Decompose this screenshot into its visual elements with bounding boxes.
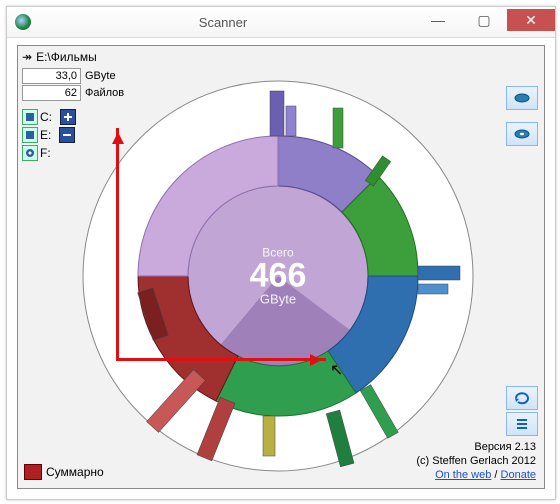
donate-link[interactable]: Donate — [501, 469, 536, 481]
expand-button[interactable] — [60, 109, 76, 125]
web-link[interactable]: On the web — [435, 469, 491, 481]
copyright-label: (c) Steffen Gerlach 2012 — [416, 454, 536, 468]
drive-item-e[interactable]: E: — [22, 126, 76, 144]
disc-out-icon — [513, 92, 531, 104]
mouse-cursor-icon: ↖ — [330, 360, 343, 380]
annotation-arrow-right — [116, 358, 326, 361]
app-window: Scanner — ▢ ✕ ↠ E:\Фильмы 33,0 GByte 62 … — [6, 6, 556, 500]
drive-label: C: — [40, 110, 52, 124]
legend-label: Суммарно — [46, 465, 104, 479]
center-value: 466 — [250, 260, 307, 292]
zoom-in-button[interactable] — [506, 122, 538, 146]
hdd-icon — [22, 109, 38, 125]
window-controls: — ▢ ✕ — [415, 9, 555, 31]
drive-item-f[interactable]: F: — [22, 144, 76, 162]
drive-label: F: — [40, 146, 51, 160]
center-unit: GByte — [250, 292, 307, 307]
refresh-icon — [514, 391, 530, 405]
minimize-button[interactable]: — — [415, 9, 461, 31]
maximize-button[interactable]: ▢ — [461, 9, 507, 31]
legend-swatch — [24, 464, 42, 480]
current-path: E:\Фильмы — [36, 50, 97, 64]
files-value: 62 — [22, 85, 81, 101]
zoom-out-button[interactable] — [506, 86, 538, 110]
app-icon — [15, 14, 31, 30]
rescan-button[interactable] — [506, 386, 538, 410]
legend[interactable]: Суммарно — [24, 464, 104, 480]
collapse-button[interactable] — [59, 127, 75, 143]
cd-icon — [22, 145, 38, 161]
hdd-icon — [22, 127, 38, 143]
gear-icon — [514, 417, 530, 431]
client-area: ↠ E:\Фильмы 33,0 GByte 62 Файлов C: E: — [17, 45, 545, 489]
size-value: 33,0 — [22, 68, 81, 84]
center-label: Всего 466 GByte — [250, 246, 307, 307]
drive-item-c[interactable]: C: — [22, 108, 76, 126]
annotation-arrow-up — [116, 128, 119, 358]
path-row: ↠ E:\Фильмы — [18, 46, 544, 68]
version-label: Версия 2.13 — [416, 440, 536, 454]
path-arrow-icon: ↠ — [22, 50, 32, 64]
sunburst-chart[interactable]: Всего 466 GByte — [78, 76, 478, 476]
window-title: Scanner — [31, 15, 415, 30]
right-toolbar — [506, 86, 538, 158]
disc-in-icon — [513, 128, 531, 140]
titlebar: Scanner — ▢ ✕ — [7, 7, 555, 38]
center-caption: Всего — [250, 246, 307, 260]
footer: Версия 2.13 (c) Steffen Gerlach 2012 On … — [416, 440, 536, 482]
drive-label: E: — [40, 128, 51, 142]
close-button[interactable]: ✕ — [507, 9, 555, 31]
settings-button[interactable] — [506, 412, 538, 436]
drive-list: C: E: F: — [22, 108, 76, 162]
